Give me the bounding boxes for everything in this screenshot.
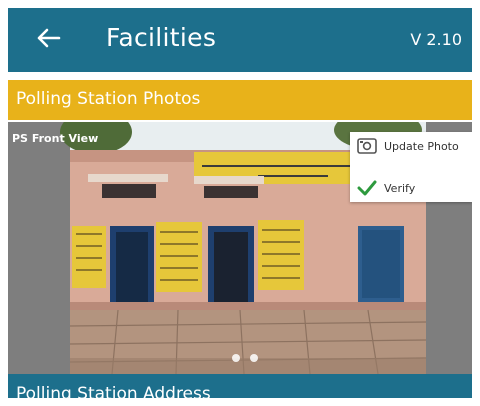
update-photo-label: Update Photo [384,139,459,153]
carousel-indicator [232,354,258,362]
photo-actions-menu: Update Photo Verify [350,132,472,202]
back-button[interactable] [30,22,66,58]
address-section-header: Polling Station Address [8,374,472,398]
carousel-dot[interactable] [250,354,258,362]
photos-section-title: Polling Station Photos [16,89,201,109]
photo-caption: PS Front View [12,132,99,145]
app-version: V 2.10 [410,30,462,49]
update-photo-button[interactable]: Update Photo [350,132,472,160]
photo-carousel[interactable]: PS Front View Update Photo Verify [8,122,472,374]
photo-icon [356,137,378,155]
arrow-left-icon [35,27,61,53]
verify-label: Verify [384,181,416,195]
photos-section-header: Polling Station Photos [8,80,472,120]
address-section-title: Polling Station Address [16,384,211,398]
app-screen: Facilities V 2.10 Polling Station Photos [8,8,472,398]
page-title: Facilities [106,23,217,52]
verify-button[interactable]: Verify [350,174,472,202]
carousel-dot[interactable] [232,354,240,362]
app-bar: Facilities V 2.10 [8,8,472,72]
check-icon [356,179,378,197]
